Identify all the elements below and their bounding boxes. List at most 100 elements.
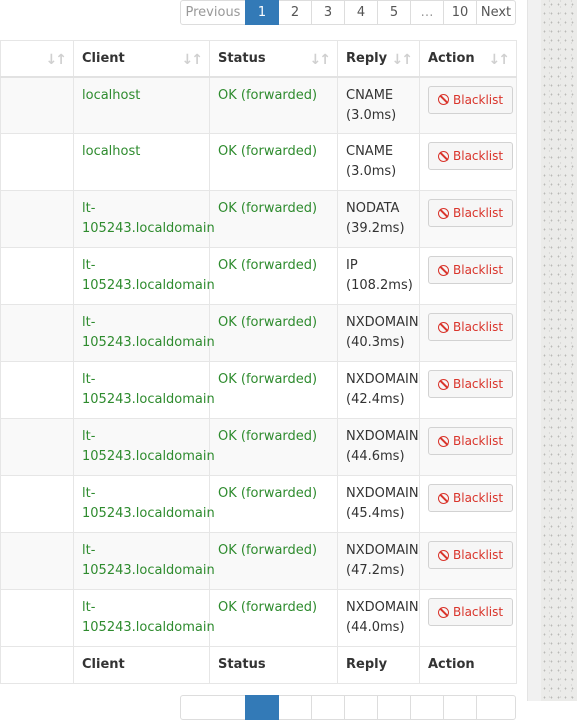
column-header-action-label: Action — [428, 51, 475, 66]
query-table: ↓↑ Client ↓↑ Status ↓↑ Reply ↓↑ Action ↓… — [0, 40, 517, 684]
reply-time: (108.2ms) — [346, 278, 413, 293]
next-page-button[interactable]: Next — [476, 0, 516, 25]
table-row: lt- 105243.localdomain OK (forwarded) NXDOM… — [0, 304, 517, 362]
client-cell: lt- 105243.localdomain — [73, 589, 215, 647]
sort-arrows-icon[interactable]: ↓↑ — [182, 52, 204, 68]
ban-icon — [438, 94, 449, 105]
page-3-button[interactable]: 3 — [311, 0, 345, 25]
table-row: lt- 105243.localdomain OK (forwarded) NXDOM… — [0, 361, 517, 419]
table-header-row: ↓↑ Client ↓↑ Status ↓↑ Reply ↓↑ Action ↓… — [0, 40, 517, 78]
domain-cell — [0, 247, 74, 305]
ban-icon — [438, 321, 449, 333]
page-2-button-bottom[interactable] — [278, 695, 312, 720]
column-header-status[interactable]: Status ↓↑ — [209, 40, 338, 78]
sort-arrows-icon[interactable]: ↓↑ — [310, 52, 332, 68]
reply-time: (39.2ms) — [346, 221, 405, 236]
ban-icon — [438, 606, 449, 618]
status-text: OK (forwarded) — [218, 87, 318, 103]
status-text: OK (forwarded) — [218, 144, 318, 159]
reply-time: (45.4ms) — [346, 506, 405, 521]
action-cell: Blacklist — [419, 532, 517, 590]
client-name-continued: 105243.localdomain — [82, 506, 215, 521]
status-cell: OK (forwarded) — [209, 133, 338, 191]
client-cell: lt- 105243.localdomain — [73, 532, 215, 590]
pagination-bottom — [180, 695, 516, 721]
blacklist-button[interactable]: Blacklist — [428, 85, 514, 114]
sort-arrows-icon[interactable]: ↓↑ — [489, 52, 511, 68]
page-3-button-bottom[interactable] — [311, 695, 345, 720]
client-name: lt- — [82, 201, 96, 216]
previous-page-button-bottom[interactable] — [180, 695, 246, 720]
client-name: lt- — [82, 486, 96, 501]
page-5-button[interactable]: 5 — [377, 0, 411, 25]
reply-cell: NXDOMAIN (44.0ms) — [337, 589, 420, 647]
reply-type: NXDOMAIN — [346, 600, 419, 615]
reply-type: NXDOMAIN — [346, 543, 419, 558]
previous-page-button[interactable]: Previous — [180, 0, 246, 25]
ban-icon — [438, 150, 449, 162]
action-cell: Blacklist — [419, 475, 517, 533]
column-header-client[interactable]: Client ↓↑ — [73, 40, 210, 78]
action-cell: Blacklist — [419, 76, 517, 134]
client-name-continued: 105243.localdomain — [82, 620, 215, 635]
page-4-button[interactable]: 4 — [344, 0, 378, 25]
client-name: localhost — [82, 87, 141, 103]
table-row: lt- 105243.localdomain OK (forwarded) NXDOM… — [0, 418, 517, 476]
page-scrollbar[interactable] — [527, 0, 541, 701]
domain-cell — [0, 589, 74, 647]
status-text: OK (forwarded) — [218, 486, 318, 501]
status-cell: OK (forwarded) — [209, 589, 338, 647]
client-name: lt- — [82, 258, 96, 273]
client-cell: lt- 105243.localdomain — [73, 247, 215, 305]
ban-icon — [438, 549, 449, 561]
column-header-reply[interactable]: Reply ↓↑ — [337, 40, 420, 78]
table-row: localhost OK (forwarded) CNAME (3.0ms) Black… — [0, 133, 517, 191]
reply-time: (40.3ms) — [346, 335, 405, 350]
column-header-domain[interactable]: ↓↑ — [0, 40, 74, 78]
blacklist-button[interactable]: Blacklist — [428, 541, 514, 569]
client-name: lt- — [82, 429, 96, 444]
page-4-button-bottom[interactable] — [344, 695, 378, 720]
blacklist-label: Blacklist — [453, 206, 504, 220]
status-cell: OK (forwarded) — [209, 76, 338, 134]
column-header-client-label: Client — [82, 51, 125, 66]
reply-time: (44.0ms) — [346, 620, 405, 635]
blacklist-button[interactable]: Blacklist — [428, 427, 514, 455]
page-10-button[interactable]: 10 — [443, 0, 477, 25]
sort-arrows-icon[interactable]: ↓↑ — [46, 52, 68, 68]
domain-cell — [0, 304, 74, 362]
domain-cell — [0, 532, 74, 590]
query-log-panel: Previous 1 2 3 4 5 … 10 Next ↓↑ Client ↓… — [0, 0, 527, 720]
reply-cell: CNAME (3.0ms) — [337, 133, 420, 191]
client-name-continued: 105243.localdomain — [82, 392, 215, 407]
status-text: OK (forwarded) — [218, 429, 318, 444]
next-page-button-bottom[interactable] — [476, 695, 516, 720]
reply-time: (3.0ms) — [346, 164, 397, 179]
page-1-button-bottom[interactable] — [245, 695, 279, 720]
blacklist-label: Blacklist — [453, 434, 504, 448]
action-cell: Blacklist — [419, 247, 517, 305]
pagination-top: Previous 1 2 3 4 5 … 10 Next — [180, 0, 516, 26]
page-5-button-bottom[interactable] — [377, 695, 411, 720]
page-10-button-bottom[interactable] — [443, 695, 477, 720]
footer-domain — [0, 646, 74, 684]
blacklist-button[interactable]: Blacklist — [428, 484, 514, 512]
status-cell: OK (forwarded) — [209, 418, 338, 476]
table-row: lt- 105243.localdomain OK (forwarded) NXDOM… — [0, 589, 517, 647]
sort-arrows-icon[interactable]: ↓↑ — [392, 52, 414, 68]
blacklist-button[interactable]: Blacklist — [428, 370, 514, 398]
status-cell: OK (forwarded) — [209, 190, 338, 248]
blacklist-button[interactable]: Blacklist — [428, 256, 514, 284]
blacklist-button[interactable]: Blacklist — [428, 199, 514, 227]
action-cell: Blacklist — [419, 133, 517, 191]
blacklist-button[interactable]: Blacklist — [428, 313, 514, 341]
page-2-button[interactable]: 2 — [278, 0, 312, 25]
blacklist-button[interactable]: Blacklist — [428, 598, 514, 626]
blacklist-button[interactable]: Blacklist — [428, 142, 514, 170]
footer-status: Status — [209, 646, 338, 684]
client-name-continued: 105243.localdomain — [82, 278, 215, 293]
blacklist-label: Blacklist — [453, 548, 504, 562]
column-header-action[interactable]: Action ↓↑ — [419, 40, 517, 78]
page-1-button[interactable]: 1 — [245, 0, 279, 25]
status-text: OK (forwarded) — [218, 258, 318, 273]
